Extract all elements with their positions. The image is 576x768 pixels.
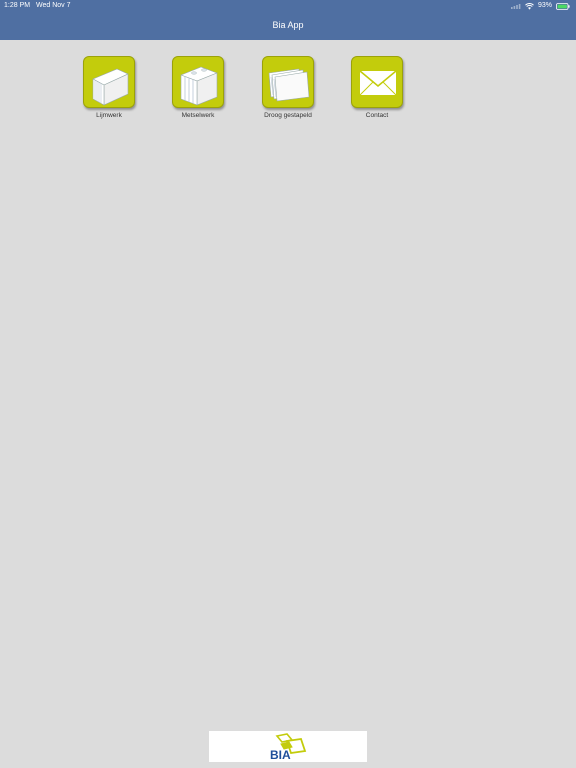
bia-logo-icon: BIA xyxy=(270,733,307,762)
bia-logo-banner: BIA xyxy=(209,731,367,762)
droog-gestapeld-button[interactable] xyxy=(262,56,314,108)
masonry-block-icon xyxy=(180,66,218,106)
tile-label: Contact xyxy=(365,112,389,119)
tile-label: Metselwerk xyxy=(181,112,215,119)
tile-label: Droog gestapeld xyxy=(264,112,312,119)
tile-metselwerk[interactable]: Metselwerk xyxy=(162,56,234,119)
dry-stacked-panels-icon xyxy=(268,68,310,102)
glue-block-icon xyxy=(92,68,129,106)
tile-lijmwerk[interactable]: Lijmwerk xyxy=(73,56,145,119)
tile-label: Lijmwerk xyxy=(96,112,122,119)
wifi-icon xyxy=(525,2,534,10)
logo-text: BIA xyxy=(270,748,291,762)
page-title: Bia App xyxy=(272,20,304,30)
signal-icon xyxy=(510,4,521,9)
status-time: 1:28 PM xyxy=(4,2,31,9)
battery-percent: 93% xyxy=(537,2,552,9)
tile-droog-gestapeld[interactable]: Droog gestapeld xyxy=(252,56,324,119)
status-bar: 1:28 PM Wed Nov 7 93% xyxy=(0,0,576,12)
metselwerk-button[interactable] xyxy=(172,56,224,108)
contact-button[interactable] xyxy=(351,56,403,108)
status-indicators: 93% xyxy=(510,0,570,12)
battery-icon xyxy=(556,2,570,10)
lijmwerk-button[interactable] xyxy=(83,56,135,108)
envelope-icon xyxy=(359,70,397,96)
status-date: Wed Nov 7 xyxy=(36,2,71,9)
tile-contact[interactable]: Contact xyxy=(341,56,413,119)
